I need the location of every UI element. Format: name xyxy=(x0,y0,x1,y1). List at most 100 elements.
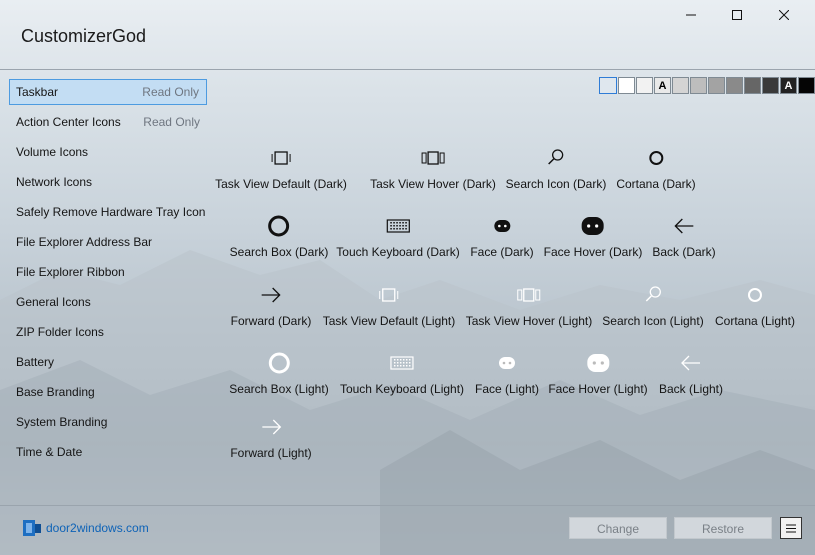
brand-link[interactable]: door2windows.com xyxy=(22,519,149,537)
sidebar-item[interactable]: Network Icons xyxy=(9,169,207,195)
keyboard-icon xyxy=(385,213,411,239)
color-swatch[interactable] xyxy=(798,77,815,94)
icon-tile-label: Touch Keyboard (Dark) xyxy=(336,245,460,259)
sidebar-item-label: Network Icons xyxy=(16,175,93,189)
back-arrow-icon xyxy=(671,213,697,239)
icon-tile[interactable]: Touch Keyboard (Light) xyxy=(340,350,464,396)
hamburger-menu-icon xyxy=(786,524,796,532)
icon-tile-label: Forward (Dark) xyxy=(230,314,312,328)
icon-tile[interactable]: Task View Default (Light) xyxy=(322,282,456,328)
icon-tile[interactable]: Back (Dark) xyxy=(652,213,716,259)
color-swatch[interactable] xyxy=(744,77,761,94)
sidebar-item[interactable]: ZIP Folder Icons xyxy=(9,319,207,345)
sidebar-item[interactable]: System Branding xyxy=(9,409,207,435)
sidebar-item-label: File Explorer Ribbon xyxy=(16,265,125,279)
color-swatch[interactable]: A xyxy=(780,77,797,94)
background-swatch-picker: AA xyxy=(598,77,815,94)
brand-text: door2windows.com xyxy=(46,521,149,535)
face-hover-icon xyxy=(585,350,611,376)
task-view-hover-icon xyxy=(420,145,446,171)
change-button[interactable]: Change xyxy=(569,517,667,539)
sidebar-item[interactable]: Safely Remove Hardware Tray Icon xyxy=(9,199,207,225)
forward-arrow-icon xyxy=(258,414,284,440)
icon-tile[interactable]: Back (Light) xyxy=(659,350,723,396)
face-icon xyxy=(494,350,520,376)
sidebar-item[interactable]: Time & Date xyxy=(9,439,207,465)
read-only-badge: Read Only xyxy=(143,115,200,129)
icon-tile[interactable]: Cortana (Light) xyxy=(715,282,795,328)
icon-tile[interactable]: Cortana (Dark) xyxy=(616,145,696,191)
icon-tile-label: Task View Default (Light) xyxy=(322,314,456,328)
sidebar-item-label: Taskbar xyxy=(16,85,59,99)
icon-tile[interactable]: Face (Dark) xyxy=(470,213,534,259)
sidebar-item-label: General Icons xyxy=(16,295,91,309)
icon-tile[interactable]: Search Icon (Light) xyxy=(602,282,704,328)
icon-tile[interactable]: Forward (Light) xyxy=(230,414,312,460)
color-swatch[interactable] xyxy=(672,77,689,94)
color-swatch[interactable] xyxy=(618,77,635,94)
icon-tile[interactable]: Search Box (Light) xyxy=(229,350,329,396)
color-swatch[interactable] xyxy=(690,77,707,94)
icon-tile-label: Search Icon (Light) xyxy=(602,314,704,328)
maximize-icon xyxy=(732,10,742,20)
minimize-icon xyxy=(686,14,696,16)
sidebar-item-label: Base Branding xyxy=(16,385,95,399)
restore-button[interactable]: Restore xyxy=(674,517,772,539)
sidebar-item-label: System Branding xyxy=(16,415,108,429)
door2windows-logo-icon xyxy=(23,520,41,536)
sidebar-item[interactable]: File Explorer Ribbon xyxy=(9,259,207,285)
icon-tile[interactable]: Face Hover (Dark) xyxy=(544,213,642,259)
icon-tile-label: Search Icon (Dark) xyxy=(505,177,607,191)
sidebar-item[interactable]: File Explorer Address Bar xyxy=(9,229,207,255)
close-button[interactable] xyxy=(761,0,807,30)
icon-tile[interactable]: Touch Keyboard (Dark) xyxy=(336,213,460,259)
sidebar-item-label: Safely Remove Hardware Tray Icon xyxy=(16,205,206,219)
search-icon xyxy=(543,145,569,171)
keyboard-icon xyxy=(389,350,415,376)
icon-tile-label: Cortana (Light) xyxy=(714,314,796,328)
read-only-badge: Read Only xyxy=(142,85,199,99)
icon-tile-label: Touch Keyboard (Light) xyxy=(339,382,465,396)
color-swatch[interactable]: A xyxy=(654,77,671,94)
search-box-icon xyxy=(266,213,292,239)
icon-tile[interactable]: Search Box (Dark) xyxy=(229,213,329,259)
icon-tile-label: Face Hover (Light) xyxy=(548,382,648,396)
icon-tile[interactable]: Face (Light) xyxy=(475,350,539,396)
sidebar-item[interactable]: Battery xyxy=(9,349,207,375)
icon-tile-label: Task View Hover (Light) xyxy=(465,314,593,328)
color-swatch[interactable] xyxy=(599,77,617,94)
icon-tile-label: Task View Hover (Dark) xyxy=(370,177,496,191)
minimize-button[interactable] xyxy=(668,0,714,30)
search-box-icon xyxy=(266,350,292,376)
sidebar-item-label: Action Center Icons xyxy=(16,115,121,129)
icon-tile-label: Search Box (Light) xyxy=(229,382,329,396)
face-icon xyxy=(489,213,515,239)
sidebar-item[interactable]: Base Branding xyxy=(9,379,207,405)
icon-tile[interactable]: Search Icon (Dark) xyxy=(505,145,607,191)
task-view-icon xyxy=(268,145,294,171)
search-icon xyxy=(640,282,666,308)
sidebar-item[interactable]: General Icons xyxy=(9,289,207,315)
color-swatch[interactable] xyxy=(636,77,653,94)
icon-tile[interactable]: Face Hover (Light) xyxy=(548,350,648,396)
icon-tile[interactable]: Task View Default (Dark) xyxy=(215,145,347,191)
icon-tile[interactable]: Forward (Dark) xyxy=(230,282,312,328)
sidebar-item[interactable]: Volume Icons xyxy=(9,139,207,165)
icon-tile-label: Search Box (Dark) xyxy=(229,245,329,259)
menu-button[interactable] xyxy=(780,517,802,539)
color-swatch[interactable] xyxy=(708,77,725,94)
color-swatch[interactable] xyxy=(762,77,779,94)
maximize-button[interactable] xyxy=(714,0,760,30)
sidebar-item[interactable]: Action Center Icons Read Only xyxy=(9,109,207,135)
close-icon xyxy=(779,10,789,20)
color-swatch[interactable] xyxy=(726,77,743,94)
icon-tile-label: Back (Dark) xyxy=(652,245,716,259)
sidebar-item-label: File Explorer Address Bar xyxy=(16,235,153,249)
icon-tile[interactable]: Task View Hover (Light) xyxy=(465,282,593,328)
footer-divider xyxy=(0,505,815,506)
cortana-icon xyxy=(643,145,669,171)
face-hover-icon xyxy=(580,213,606,239)
icon-tile[interactable]: Task View Hover (Dark) xyxy=(370,145,496,191)
sidebar-item[interactable]: Taskbar Read Only xyxy=(9,79,207,105)
header-divider xyxy=(0,69,815,70)
